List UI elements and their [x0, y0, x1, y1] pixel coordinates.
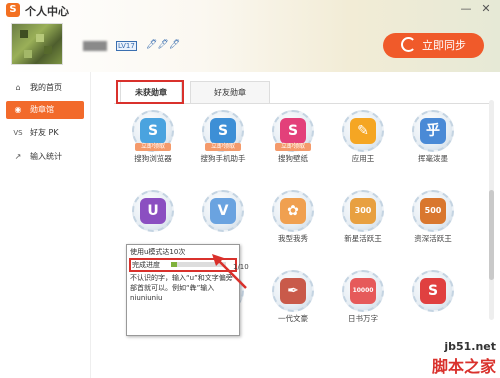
scrollbar-thumb[interactable]: [489, 190, 494, 280]
medal-icon: S: [140, 118, 166, 144]
medal-badge[interactable]: ✿ 我型我秀: [258, 190, 328, 260]
medal-icon: S: [280, 118, 306, 144]
tab-friend-medals[interactable]: 好友勋章: [190, 81, 270, 103]
medal-label: 搜狗手机助手: [200, 154, 246, 163]
medal-icon: 500: [420, 198, 446, 224]
medal-icon: 乎: [420, 118, 446, 144]
medal-icon: S: [210, 118, 236, 144]
medal-badge[interactable]: 300 新星活跃王: [328, 190, 398, 260]
medal-badge[interactable]: 乎挥毫泼墨: [398, 110, 468, 180]
avatar[interactable]: [11, 23, 63, 65]
medal-label: 一代文豪: [278, 314, 308, 323]
header: S 个人中心 — ✕ LV17 🖊🖊🖊 立即同步: [0, 0, 500, 72]
medal-label: 新星活跃王: [344, 234, 382, 243]
medal-icon: 300: [350, 198, 376, 224]
medal-badge[interactable]: S 立即领取搜狗浏览器: [118, 110, 188, 180]
medal-badge[interactable]: S: [398, 270, 468, 340]
sync-now-button[interactable]: 立即同步: [383, 33, 484, 58]
medal-label: 我型我秀: [278, 234, 308, 243]
medal-label: 挥毫泼墨: [418, 154, 448, 163]
medal-icon: 10000: [350, 278, 376, 304]
medal-label: 搜狗壁纸: [278, 154, 308, 163]
medal-badge[interactable]: 500 资深活跃王: [398, 190, 468, 260]
sidebar-item-label: 输入统计: [30, 152, 62, 161]
medal-label: 资深活跃王: [414, 234, 452, 243]
medal-label: 应用王: [351, 154, 375, 163]
sidebar: ⌂ 我的首页 ◉ 勋章馆 VS 好友 PK ↗ 输入统计: [0, 72, 91, 378]
sync-now-label: 立即同步: [422, 39, 466, 52]
medal-badge[interactable]: 10000 日书万字: [328, 270, 398, 340]
medal-badge[interactable]: ✎ 应用王: [328, 110, 398, 180]
watermark-site: jb51.net: [444, 340, 497, 353]
refresh-icon: [401, 37, 416, 52]
sidebar-item-home[interactable]: ⌂ 我的首页: [6, 79, 84, 97]
medal-label: 日书万字: [348, 314, 378, 323]
claim-now-ribbon[interactable]: 立即领取: [275, 143, 311, 151]
medal-icon: U: [140, 198, 166, 224]
window-title: 个人中心: [25, 5, 69, 18]
home-icon: ⌂: [15, 83, 21, 92]
tooltip-requirement: 使用u模式达10次: [130, 248, 186, 256]
medal-icon: ✿: [280, 198, 306, 224]
chart-icon: ↗: [14, 152, 22, 161]
progress-bar-fill: [171, 262, 177, 267]
progress-label: 完成进度: [132, 261, 160, 269]
medal-label: 搜狗浏览器: [134, 154, 172, 163]
sidebar-item-input-stats[interactable]: ↗ 输入统计: [6, 148, 84, 166]
close-button[interactable]: ✕: [478, 2, 494, 16]
claim-now-ribbon[interactable]: 立即领取: [135, 143, 171, 151]
sidebar-item-label: 勋章馆: [30, 105, 54, 114]
medal-icon: S: [420, 278, 446, 304]
sidebar-item-label: 我的首页: [30, 83, 62, 92]
vs-icon: VS: [13, 129, 23, 137]
sogou-logo-icon: S: [6, 3, 20, 17]
annotation-arrow-icon: [212, 254, 247, 289]
watermark: jb51.net 脚本之家: [432, 340, 496, 377]
claim-now-ribbon[interactable]: 立即领取: [205, 143, 241, 151]
medal-icon: ✒: [280, 278, 306, 304]
level-badge: LV17: [116, 41, 137, 51]
medal-icon: ✎: [350, 118, 376, 144]
sidebar-item-label: 好友 PK: [30, 128, 59, 137]
minimize-button[interactable]: —: [458, 2, 474, 16]
watermark-brand: 脚本之家: [432, 357, 497, 376]
pen-icon: 🖊🖊🖊: [146, 40, 181, 50]
sidebar-item-medals[interactable]: ◉ 勋章馆: [6, 101, 84, 119]
sidebar-item-friend-pk[interactable]: VS 好友 PK: [6, 124, 84, 142]
scrollbar[interactable]: [489, 100, 494, 320]
medal-icon: ◉: [14, 105, 22, 114]
medal-icon: V: [210, 198, 236, 224]
tab-highlight-box: [116, 80, 184, 104]
medal-badge[interactable]: ✒ 一代文豪: [258, 270, 328, 340]
username-blurred: [83, 41, 107, 51]
medal-badge[interactable]: S 立即领取搜狗壁纸: [258, 110, 328, 180]
medal-badge[interactable]: S 立即领取搜狗手机助手: [188, 110, 258, 180]
